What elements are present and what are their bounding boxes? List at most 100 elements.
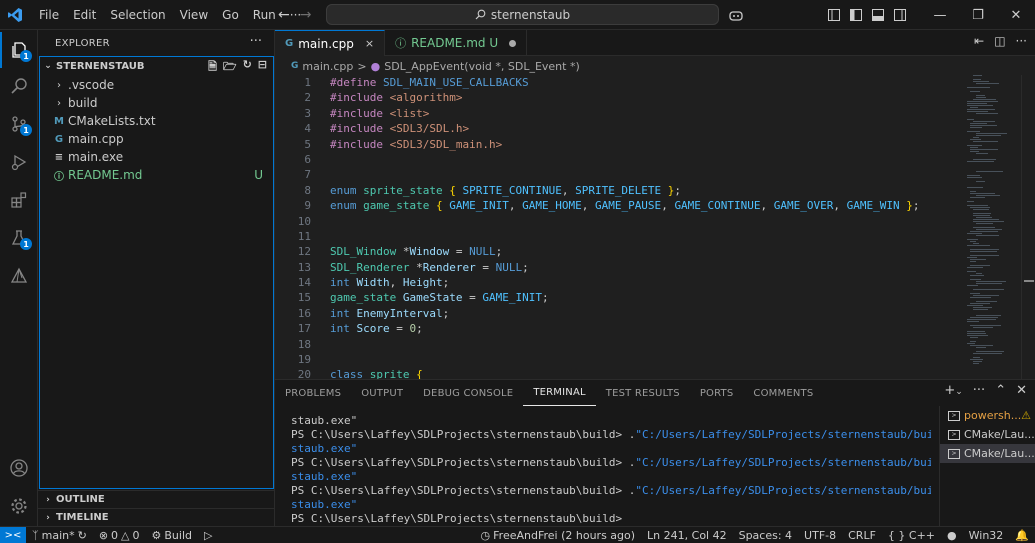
tree-item-main-exe[interactable]: ≡ main.exe [40, 148, 273, 166]
breadcrumb-separator: > [357, 59, 367, 73]
terminal-session-cmake-1[interactable]: > CMake/Lau... [940, 425, 1035, 444]
tab-ports[interactable]: PORTS [690, 380, 744, 406]
close-tab-icon[interactable]: × [365, 37, 374, 50]
tree-item-cmakelists[interactable]: M CMakeLists.txt [40, 112, 273, 130]
minimap[interactable] [963, 75, 1021, 375]
indentation-status[interactable]: Spaces: 4 [733, 529, 798, 542]
remote-indicator-icon[interactable]: >< [0, 526, 26, 543]
command-center-search[interactable]: sternenstaub [326, 4, 719, 25]
run-debug-icon[interactable] [0, 144, 38, 180]
minimap-line [973, 289, 1004, 290]
tree-item-vscode[interactable]: › .vscode [40, 76, 273, 94]
collapse-all-icon[interactable]: ⊟ [258, 58, 267, 77]
copilot-status-icon[interactable]: ● [941, 529, 963, 542]
terminal-session-cmake-2[interactable]: > CMake/Lau... [940, 444, 1035, 463]
close-panel-icon[interactable]: ✕ [1016, 383, 1027, 398]
compare-changes-icon[interactable]: ⇤ [974, 34, 984, 48]
tab-comments[interactable]: COMMENTS [743, 380, 823, 406]
forward-arrow-icon[interactable]: → [300, 7, 312, 23]
menu-selection[interactable]: Selection [103, 0, 172, 30]
tab-test-results[interactable]: TEST RESULTS [596, 380, 690, 406]
unsaved-dot-icon[interactable] [509, 39, 517, 47]
account-icon[interactable] [0, 450, 38, 486]
testing-icon[interactable]: 1 [0, 220, 38, 256]
build-status[interactable]: ⚙ Build [146, 529, 199, 542]
toggle-primary-sidebar-icon[interactable] [845, 0, 867, 30]
function-symbol-icon: ● [370, 59, 381, 73]
restore-icon[interactable]: ❐ [959, 0, 997, 30]
tab-main-cpp[interactable]: G main.cpp × [275, 30, 386, 56]
split-editor-icon[interactable]: ◫ [994, 34, 1005, 48]
tree-item-main-cpp[interactable]: G main.cpp [40, 130, 273, 148]
editor-scrollbar[interactable] [1021, 75, 1035, 379]
cpp-file-icon: G [285, 38, 294, 49]
minimap-line [973, 81, 989, 82]
breadcrumb-file[interactable]: main.cpp [302, 60, 353, 73]
tab-terminal[interactable]: TERMINAL [523, 380, 596, 406]
info-file-icon: ⓘ [54, 171, 64, 183]
code-line: 12 SDL_Window *Window = NULL; [275, 244, 965, 259]
minimap-line [967, 331, 985, 332]
settings-gear-icon[interactable] [0, 488, 38, 524]
line-number: 4 [304, 122, 311, 136]
minimap-line [973, 363, 979, 364]
outline-section[interactable]: › OUTLINE [38, 490, 275, 508]
minimap-line [973, 327, 993, 328]
breadcrumb-symbol[interactable]: SDL_AppEvent(void *, SDL_Event *) [384, 60, 580, 73]
cursor-position[interactable]: Ln 241, Col 42 [641, 529, 733, 542]
refresh-icon[interactable]: ↻ [243, 58, 252, 77]
menu-file[interactable]: File [32, 0, 66, 30]
tab-problems[interactable]: PROBLEMS [275, 380, 351, 406]
search-activity-icon[interactable] [0, 68, 38, 104]
maximize-panel-icon[interactable]: ⌃ [995, 383, 1006, 398]
panel-more-icon[interactable]: ··· [973, 383, 985, 398]
extensions-icon[interactable] [0, 182, 38, 218]
cmake-icon[interactable] [0, 258, 38, 294]
back-arrow-icon[interactable]: ← [278, 7, 290, 23]
copilot-icon[interactable] [719, 0, 753, 30]
tree-item-build[interactable]: › build [40, 94, 273, 112]
platform-status[interactable]: Win32 [963, 529, 1010, 542]
editor-more-icon[interactable]: ··· [1016, 34, 1027, 48]
tree-item-readme[interactable]: ⓘ README.md U [40, 166, 273, 184]
notifications-bell-icon[interactable]: 🔔 [1009, 529, 1035, 542]
source-control-icon[interactable]: 1 [0, 106, 38, 142]
tab-readme[interactable]: ⓘ README.md U [385, 30, 528, 56]
problems-status[interactable]: ⊗ 0 △ 0 [93, 529, 146, 542]
menu-view[interactable]: View [173, 0, 215, 30]
new-folder-icon[interactable]: 🗁 [223, 58, 237, 77]
eol-status[interactable]: CRLF [842, 529, 882, 542]
terminal-session-powershell[interactable]: > powersh... ⚠ [940, 406, 1035, 425]
explorer-icon[interactable]: 1 [0, 32, 38, 68]
terminal-output[interactable]: staub.exe" PS C:\Users\Laffey\SDLProject… [291, 414, 931, 526]
explorer-more-actions[interactable]: ··· [250, 34, 262, 49]
minimap-line [970, 147, 978, 148]
tab-debug-console[interactable]: DEBUG CONSOLE [413, 380, 523, 406]
terminal-line: PS C:\Users\Laffey\SDLProjects\sternenst… [291, 484, 931, 497]
minimap-line [973, 295, 999, 296]
line-number: 6 [304, 152, 311, 166]
minimap-line [970, 341, 976, 342]
encoding-status[interactable]: UTF-8 [798, 529, 842, 542]
tab-output[interactable]: OUTPUT [351, 380, 413, 406]
menu-go[interactable]: Go [215, 0, 246, 30]
new-terminal-icon[interactable]: +⌄ [944, 383, 962, 398]
launch-button[interactable]: ▷ [198, 529, 218, 542]
menu-edit[interactable]: Edit [66, 0, 103, 30]
customize-layout-icon[interactable] [823, 0, 845, 30]
timeline-section[interactable]: › TIMELINE [38, 508, 275, 526]
language-mode[interactable]: { } C++ [882, 529, 941, 542]
minimap-line [970, 255, 999, 256]
toggle-secondary-sidebar-icon[interactable] [889, 0, 911, 30]
timeline-label: TIMELINE [56, 512, 109, 523]
toggle-panel-icon[interactable] [867, 0, 889, 30]
folder-header[interactable]: ⌄ STERNENSTAUB 🗎 🗁 ↻ ⊟ [40, 57, 273, 75]
code-editor[interactable]: 1 #define SDL_MAIN_USE_CALLBACKS 2 #includ… [275, 75, 965, 379]
bottom-panel: PROBLEMS OUTPUT DEBUG CONSOLE TERMINAL T… [275, 379, 1035, 526]
branch-status[interactable]: ᛉ main* ↻ [26, 529, 93, 542]
close-window-icon[interactable]: ✕ [997, 0, 1035, 30]
minimize-icon[interactable]: — [921, 0, 959, 30]
minimap-line [973, 137, 979, 138]
new-file-icon[interactable]: 🗎 [208, 58, 217, 77]
git-blame-status[interactable]: ◷ FreeAndFrei (2 hours ago) [475, 529, 642, 542]
